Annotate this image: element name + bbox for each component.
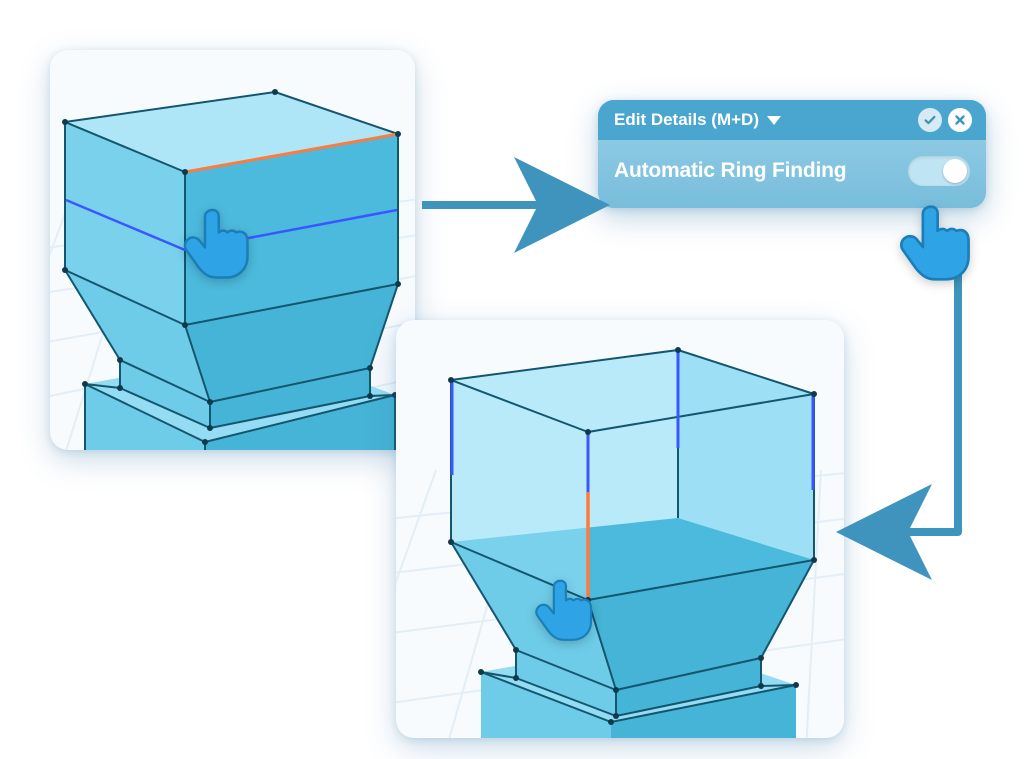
confirm-button[interactable] [918,108,942,132]
automatic-ring-finding-toggle[interactable] [908,156,970,186]
flow-arrow-2 [848,232,978,552]
chevron-down-icon [767,116,781,125]
viewport-before [50,50,415,450]
flow-arrow-1 [418,180,598,230]
panel-title: Edit Details (M+D) [614,110,759,130]
panel-header[interactable]: Edit Details (M+D) [598,100,986,140]
viewport-after [396,320,844,738]
toggle-knob [943,159,967,183]
setting-label: Automatic Ring Finding [614,159,846,183]
pointing-hand-cursor-icon [896,196,982,282]
close-button[interactable] [948,108,972,132]
edit-details-panel: Edit Details (M+D) Automatic Ring Findin… [598,100,986,208]
